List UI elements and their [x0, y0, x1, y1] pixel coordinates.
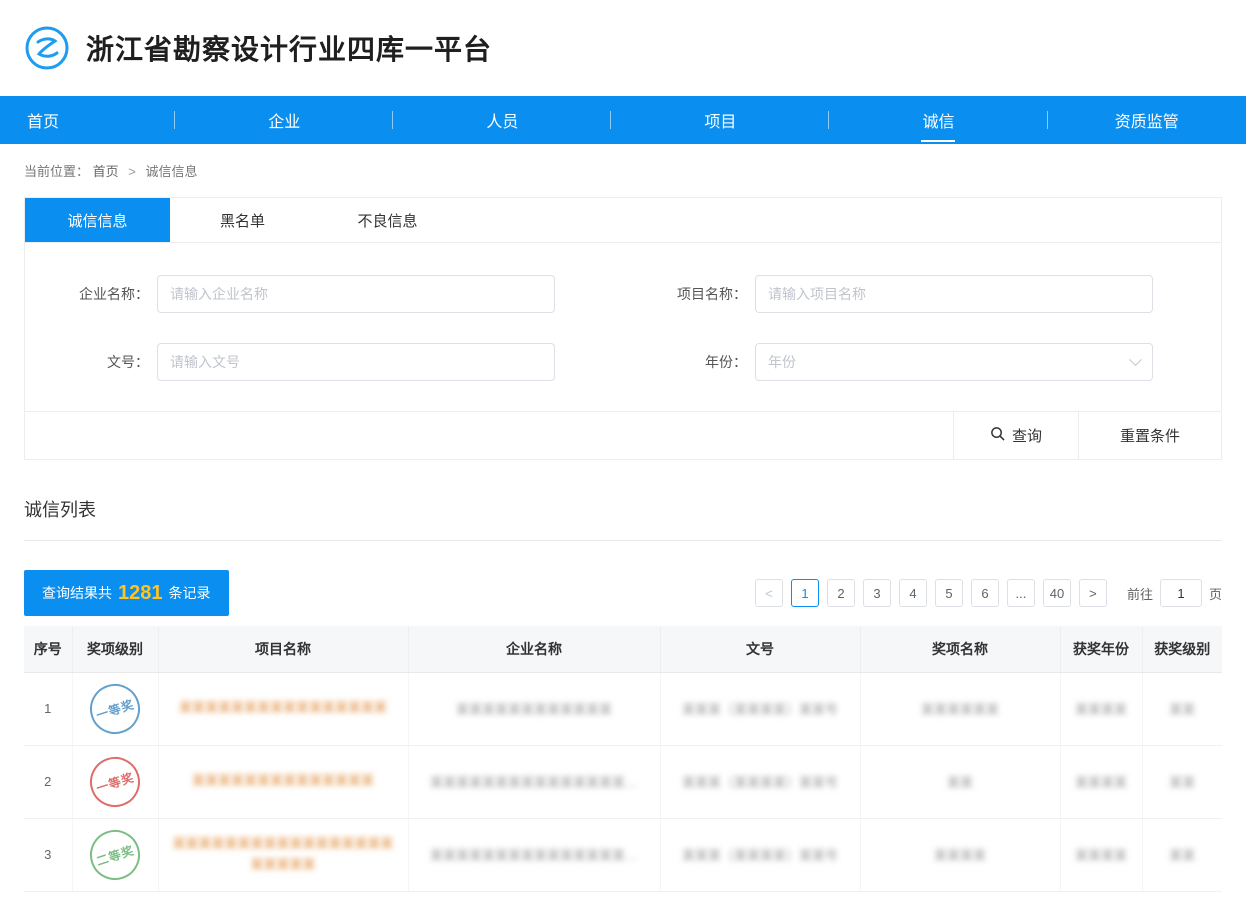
table-row: 3 二等奖 某某某某某某某某某某某某某某某某某某某某某某 某某某某某某某某某某某…: [24, 818, 1222, 891]
year-label: 年份：: [623, 352, 755, 372]
breadcrumb-current: 诚信信息: [146, 164, 198, 179]
breadcrumb: 当前位置： 首页 > 诚信信息: [0, 144, 1246, 193]
col-header-project-name: 项目名称: [158, 626, 408, 672]
award-name: 某某某某某某: [921, 702, 999, 717]
chevron-down-icon: [1129, 353, 1142, 366]
table-header-row: 序号 奖项级别 项目名称 企业名称 文号 奖项名称 获奖年份 获奖级别: [24, 626, 1222, 672]
pagination-page-4[interactable]: 4: [899, 579, 927, 607]
table-row: 2 一等奖 某某某某某某某某某某某某某某 某某某某某某某某某某某某某某某… 某某…: [24, 745, 1222, 818]
pagination-page-40[interactable]: 40: [1043, 579, 1071, 607]
pagination: < 1 2 3 4 5 6 ... 40 > 前往 页: [755, 579, 1222, 607]
row-index: 2: [44, 774, 51, 789]
award-name: 某某某某: [934, 848, 986, 863]
nav-item-integrity[interactable]: 诚信: [829, 96, 1047, 144]
pagination-next-button[interactable]: >: [1079, 579, 1107, 607]
search-form: 企业名称： 项目名称： 文号： 年份： 年份: [25, 243, 1221, 411]
row-index: 1: [44, 701, 51, 716]
tab-blacklist[interactable]: 黑名单: [170, 198, 315, 242]
pagination-page-1[interactable]: 1: [791, 579, 819, 607]
award-year: 某某某某: [1075, 848, 1127, 863]
reset-button[interactable]: 重置条件: [1078, 412, 1221, 459]
company-name: 某某某某某某某某某某某某某某某…: [430, 848, 638, 863]
col-header-index: 序号: [24, 626, 72, 672]
main-nav: 首页 企业 人员 项目 诚信 资质监管: [0, 96, 1246, 144]
doc-number-input[interactable]: [157, 343, 555, 381]
award-grade: 某某: [1169, 848, 1195, 863]
award-stamp: 二等奖: [83, 823, 146, 886]
doc-number: 某某某〔某某某某〕某某号: [682, 702, 838, 717]
project-name-label: 项目名称：: [623, 284, 755, 304]
pagination-page-2[interactable]: 2: [827, 579, 855, 607]
enterprise-name-input[interactable]: [157, 275, 555, 313]
col-header-award-year: 获奖年份: [1060, 626, 1142, 672]
goto-page-input[interactable]: [1160, 579, 1202, 607]
credit-table: 序号 奖项级别 项目名称 企业名称 文号 奖项名称 获奖年份 获奖级别 1 一等…: [24, 626, 1222, 892]
site-title: 浙江省勘察设计行业四库一平台: [86, 28, 492, 68]
search-icon: [990, 426, 1005, 445]
site-logo-icon: [24, 25, 70, 71]
row-index: 3: [44, 847, 51, 862]
query-button[interactable]: 查询: [953, 412, 1078, 459]
doc-number-label: 文号：: [25, 352, 157, 372]
pagination-page-3[interactable]: 3: [863, 579, 891, 607]
nav-item-personnel[interactable]: 人员: [393, 96, 611, 144]
pagination-page-5[interactable]: 5: [935, 579, 963, 607]
table-row: 1 一等奖 某某某某某某某某某某某某某某某某 某某某某某某某某某某某某 某某某〔…: [24, 672, 1222, 745]
award-year: 某某某某: [1075, 775, 1127, 790]
filter-actions: 查询 重置条件: [25, 411, 1221, 459]
project-name-link[interactable]: 某某某某某某某某某某某某某某: [192, 771, 374, 792]
col-header-award-level: 奖项级别: [72, 626, 158, 672]
pagination-ellipsis[interactable]: ...: [1007, 579, 1035, 607]
doc-number: 某某某〔某某某某〕某某号: [682, 775, 838, 790]
result-count-badge: 查询结果共 1281 条记录: [24, 570, 229, 616]
doc-number: 某某某〔某某某某〕某某号: [682, 848, 838, 863]
tab-credit-info[interactable]: 诚信信息: [25, 198, 170, 242]
result-count: 1281: [118, 582, 163, 605]
year-select[interactable]: 年份: [755, 343, 1153, 381]
project-name-link[interactable]: 某某某某某某某某某某某某某某某某某某某某某某: [169, 834, 397, 876]
enterprise-name-label: 企业名称：: [25, 284, 157, 304]
award-stamp: 一等奖: [83, 750, 146, 813]
breadcrumb-prefix: 当前位置：: [24, 164, 89, 179]
award-year: 某某某某: [1075, 702, 1127, 717]
nav-item-enterprise[interactable]: 企业: [175, 96, 393, 144]
nav-item-project[interactable]: 项目: [611, 96, 829, 144]
col-header-company-name: 企业名称: [408, 626, 660, 672]
list-title: 诚信列表: [24, 500, 96, 520]
nav-item-qualification[interactable]: 资质监管: [1048, 96, 1246, 144]
company-name: 某某某某某某某某某某某某某某某…: [430, 775, 638, 790]
nav-item-home[interactable]: 首页: [0, 96, 175, 144]
award-grade: 某某: [1169, 702, 1195, 717]
tab-bar: 诚信信息 黑名单 不良信息: [25, 198, 1221, 243]
breadcrumb-home-link[interactable]: 首页: [93, 164, 119, 179]
filter-panel: 诚信信息 黑名单 不良信息 企业名称： 项目名称： 文号： 年份：: [24, 197, 1222, 460]
tab-bad-info[interactable]: 不良信息: [315, 198, 460, 242]
award-name: 某某: [947, 775, 973, 790]
list-toolbar: 查询结果共 1281 条记录 < 1 2 3 4 5 6 ... 40 > 前往…: [24, 570, 1222, 616]
breadcrumb-separator: >: [128, 164, 136, 179]
col-header-award-grade: 获奖级别: [1142, 626, 1222, 672]
project-name-input[interactable]: [755, 275, 1153, 313]
pagination-goto: 前往 页: [1127, 579, 1222, 607]
col-header-doc-number: 文号: [660, 626, 860, 672]
page-unit-label: 页: [1209, 584, 1222, 603]
goto-label: 前往: [1127, 584, 1153, 603]
page-header: 浙江省勘察设计行业四库一平台: [0, 0, 1246, 96]
pagination-prev-button[interactable]: <: [755, 579, 783, 607]
award-grade: 某某: [1169, 775, 1195, 790]
col-header-award-name: 奖项名称: [860, 626, 1060, 672]
company-name: 某某某某某某某某某某某某: [456, 702, 612, 717]
project-name-link[interactable]: 某某某某某某某某某某某某某某某某: [179, 698, 387, 719]
pagination-page-6[interactable]: 6: [971, 579, 999, 607]
list-section-header: 诚信列表: [24, 460, 1222, 541]
award-stamp: 一等奖: [83, 677, 146, 740]
